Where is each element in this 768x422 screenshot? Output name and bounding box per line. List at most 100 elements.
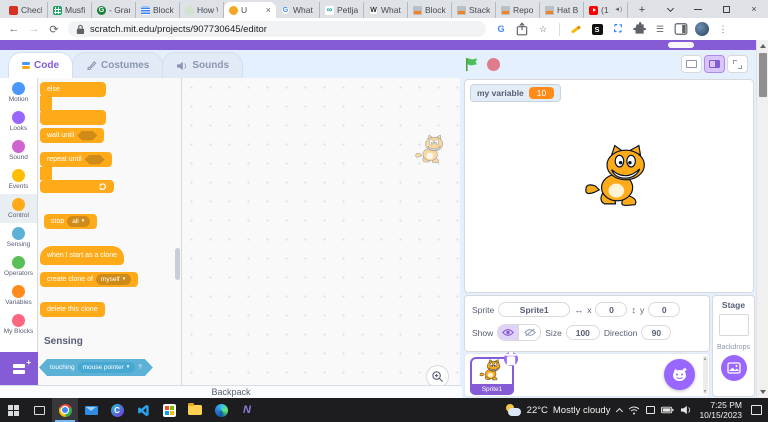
category-operators[interactable]: Operators <box>0 252 37 281</box>
side-panel-icon[interactable] <box>674 22 688 36</box>
window-maximize-button[interactable] <box>712 0 740 18</box>
palette-block-wait-until[interactable]: wait until <box>40 128 104 143</box>
x-input[interactable]: 0 <box>595 302 627 317</box>
browser-tab-youtube[interactable]: (1◄) <box>584 2 628 18</box>
palette-scrollbar[interactable] <box>175 248 180 280</box>
sprite-list-scrollbar[interactable] <box>703 356 708 394</box>
y-input[interactable]: 0 <box>648 302 680 317</box>
sprite-on-stage[interactable] <box>582 144 660 214</box>
tray-app-icon[interactable] <box>646 406 655 414</box>
window-minimize-button[interactable] <box>684 0 712 18</box>
category-motion[interactable]: Motion <box>0 78 37 107</box>
browser-tab[interactable]: Check <box>4 2 48 18</box>
google-search-icon[interactable]: G <box>494 22 508 36</box>
touching-dropdown[interactable]: mouse pointer▼ <box>78 362 136 373</box>
browser-tab[interactable]: Stack <box>452 2 496 18</box>
small-stage-button[interactable] <box>681 55 702 73</box>
backpack-bar[interactable]: Backpack <box>0 385 462 398</box>
hide-button[interactable] <box>519 325 540 340</box>
direction-input[interactable]: 90 <box>641 325 671 340</box>
category-looks[interactable]: Looks <box>0 107 37 136</box>
stage[interactable]: my variable 10 <box>464 79 754 293</box>
stop-dropdown[interactable]: all▼ <box>67 216 90 227</box>
category-events[interactable]: Events <box>0 165 37 194</box>
wifi-icon[interactable] <box>628 406 640 415</box>
add-sprite-button[interactable] <box>664 359 695 390</box>
browser-tab[interactable]: WWhat <box>364 2 408 18</box>
palette-block-when-clone[interactable]: when I start as a clone <box>40 246 124 265</box>
delete-sprite-button[interactable] <box>504 352 518 366</box>
window-close-button[interactable]: × <box>740 0 768 18</box>
extensions-puzzle-icon[interactable] <box>632 22 646 36</box>
url-text[interactable]: scratch.mit.edu/projects/907730645/edito… <box>90 24 267 35</box>
large-stage-button[interactable] <box>704 55 725 73</box>
bookmark-star-icon[interactable]: ☆ <box>536 22 550 36</box>
browser-tab[interactable]: ∞Petlja <box>320 2 364 18</box>
taskbar-store-button[interactable] <box>156 398 182 422</box>
browser-tab[interactable]: G- Gran <box>92 2 136 18</box>
scratch-header-button[interactable] <box>668 42 694 48</box>
sprite-name-input[interactable]: Sprite1 <box>498 302 570 317</box>
code-canvas[interactable]: = <box>182 78 460 385</box>
palette-block-if-else[interactable]: else <box>40 82 106 97</box>
category-control[interactable]: Control <box>0 194 37 223</box>
add-backdrop-button[interactable] <box>721 355 747 381</box>
palette-block-touching[interactable]: touchingmouse pointer▼? <box>39 359 153 376</box>
taskbar-visual-studio-button[interactable]: N <box>234 398 260 422</box>
boolean-slot[interactable] <box>77 131 97 141</box>
start-button[interactable] <box>0 398 26 422</box>
sprite-card-sprite1[interactable]: Sprite1 <box>470 357 514 395</box>
browser-tab[interactable]: Hat B <box>540 2 584 18</box>
clone-dropdown[interactable]: myself▼ <box>96 274 131 285</box>
browser-tab[interactable]: How \ <box>180 2 224 18</box>
battery-icon[interactable] <box>661 406 674 414</box>
taskbar-canva-button[interactable]: C <box>104 398 130 422</box>
hidden-icons-chevron[interactable] <box>616 408 623 415</box>
taskbar-mail-button[interactable] <box>78 398 104 422</box>
browser-tab[interactable]: GWhat <box>276 2 320 18</box>
share-icon[interactable] <box>515 22 529 36</box>
tab-close-icon[interactable]: × <box>266 5 271 15</box>
fullscreen-extension-icon[interactable]: ⛶ <box>611 22 625 36</box>
size-input[interactable]: 100 <box>566 325 600 340</box>
boolean-slot[interactable] <box>85 155 105 165</box>
taskbar-chrome-button[interactable] <box>52 398 78 422</box>
taskbar-vscode-button[interactable] <box>130 398 156 422</box>
reading-list-icon[interactable]: ☰ <box>653 22 667 36</box>
tab-audio-icon[interactable]: ◄) <box>614 7 622 13</box>
scrollbar-down-icon[interactable] <box>760 390 766 394</box>
category-sound[interactable]: Sound <box>0 136 37 165</box>
stop-icon[interactable] <box>487 58 500 71</box>
add-extension-button[interactable] <box>0 352 38 385</box>
reload-button[interactable]: ⟳ <box>46 21 62 37</box>
palette-block-stop[interactable]: stopall▼ <box>44 214 97 229</box>
green-flag-icon[interactable] <box>464 57 479 72</box>
weather-widget[interactable]: 22°CMostly cloudy <box>505 404 611 417</box>
category-my-blocks[interactable]: My Blocks <box>0 310 37 339</box>
address-bar[interactable]: scratch.mit.edu/projects/907730645/edito… <box>68 21 486 37</box>
category-variables[interactable]: Variables <box>0 281 37 310</box>
forward-button[interactable]: → <box>26 21 42 37</box>
browser-tab-active-scratch[interactable]: U× <box>224 2 276 18</box>
variable-monitor[interactable]: my variable 10 <box>470 84 561 102</box>
taskbar-edge-button[interactable] <box>208 398 234 422</box>
tab-costumes[interactable]: Costumes <box>72 52 163 78</box>
fullscreen-button[interactable] <box>727 55 748 73</box>
browser-tab[interactable]: Musfi <box>48 2 92 18</box>
browser-tab[interactable]: Repo <box>496 2 540 18</box>
palette-block-create-clone[interactable]: create clone ofmyself▼ <box>40 272 138 287</box>
show-button[interactable] <box>498 325 519 340</box>
browser-tab[interactable]: Block <box>136 2 180 18</box>
new-tab-button[interactable]: + <box>634 2 650 18</box>
palette-block-delete-clone[interactable]: delete this clone <box>40 302 105 317</box>
notification-center-icon[interactable] <box>751 405 762 415</box>
tab-sounds[interactable]: Sounds <box>162 52 243 78</box>
tab-search-chevron-icon[interactable] <box>656 0 684 18</box>
grammarly-extension-icon[interactable] <box>569 22 583 36</box>
category-sensing[interactable]: Sensing <box>0 223 37 252</box>
back-button[interactable]: ← <box>6 21 22 37</box>
task-view-button[interactable] <box>26 398 52 422</box>
page-scrollbar[interactable] <box>756 40 768 398</box>
volume-icon[interactable] <box>680 405 692 415</box>
stage-selector-panel[interactable]: Stage Backdrops <box>712 295 755 397</box>
